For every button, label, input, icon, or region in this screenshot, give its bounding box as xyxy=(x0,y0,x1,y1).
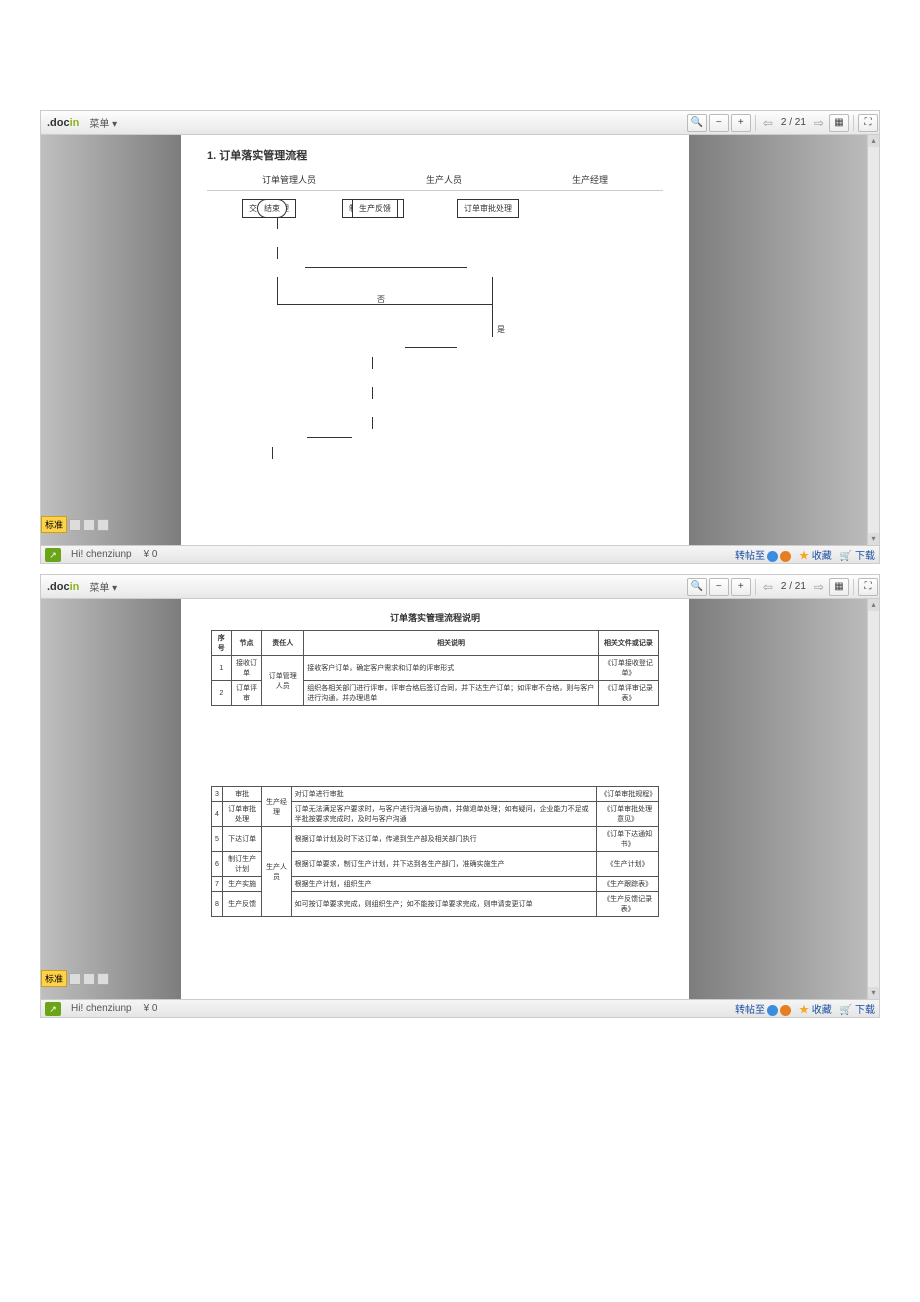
table-title: 订单落实管理流程说明 xyxy=(211,611,659,624)
annotation-toolbar[interactable]: 标准 xyxy=(41,970,109,987)
viewer-content: 标准 1. 订单落实管理流程 订单管理人员生产人员生产经理 开始 订单接收 订单… xyxy=(41,135,879,545)
expand-button[interactable]: ↗ xyxy=(45,548,61,562)
page-content: 1. 订单落实管理流程 订单管理人员生产人员生产经理 开始 订单接收 订单评审 … xyxy=(181,135,689,545)
swimlane-headers: 订单管理人员生产人员生产经理 xyxy=(207,173,663,191)
toolbar: .docin 菜单 ▾ 🔍 − + ⇦ 2 / 21 ⇨ ▦ ⛶ xyxy=(41,575,879,599)
menu-dropdown[interactable]: 菜单 ▾ xyxy=(85,579,121,594)
grid-view-button[interactable]: ▦ xyxy=(829,114,849,132)
share-link[interactable]: 转帖至 xyxy=(731,547,795,562)
left-gutter: 标准 xyxy=(41,599,181,999)
grid-view-button[interactable]: ▦ xyxy=(829,578,849,596)
download-button[interactable]: 🛒 下载 xyxy=(836,1001,879,1016)
process-table-2: 3审批生产经理对订单进行审批《订单审批规程》 4订单审批处理订单无法满足客户要求… xyxy=(211,786,659,917)
next-page-button[interactable]: ⇨ xyxy=(810,580,828,594)
scrollbar[interactable]: ▴▾ xyxy=(867,599,879,999)
favorite-button[interactable]: ★ 收藏 xyxy=(795,547,836,562)
bottom-bar: ↗ Hi! chenziunp ¥ 0 转帖至 ★ 收藏 🛒 下载 xyxy=(41,999,879,1017)
fullscreen-button[interactable]: ⛶ xyxy=(858,578,878,596)
left-gutter: 标准 xyxy=(41,135,181,545)
price-label: ¥ 0 xyxy=(138,1003,164,1014)
prev-page-button[interactable]: ⇦ xyxy=(759,116,777,130)
user-greeting: Hi! chenziunp xyxy=(65,1003,138,1014)
label-yes: 是 xyxy=(497,324,505,335)
document-viewer-2: .docin 菜单 ▾ 🔍 − + ⇦ 2 / 21 ⇨ ▦ ⛶ 标准 订单落实… xyxy=(40,574,880,1018)
expand-button[interactable]: ↗ xyxy=(45,1002,61,1016)
zoom-in-button[interactable]: + xyxy=(731,114,751,132)
toolbar: .docin 菜单 ▾ 🔍 − + ⇦ 2 / 21 ⇨ ▦ ⛶ xyxy=(41,111,879,135)
flowchart-title: 1. 订单落实管理流程 xyxy=(207,147,663,163)
viewer-content: 标准 订单落实管理流程说明 序号节点责任人相关说明相关文件或记录 1接收订单订单… xyxy=(41,599,879,999)
page-content: 订单落实管理流程说明 序号节点责任人相关说明相关文件或记录 1接收订单订单管理人… xyxy=(181,599,689,999)
flowchart: 开始 订单接收 订单评审 订单审批 是 否 下达订单 订单审批处理 制订生产计划… xyxy=(207,199,663,499)
page-indicator: 2 / 21 xyxy=(777,117,810,128)
zoom-in-button[interactable]: + xyxy=(731,578,751,596)
node-approval-handle: 订单审批处理 xyxy=(457,199,519,218)
user-greeting: Hi! chenziunp xyxy=(65,549,138,560)
page-indicator: 2 / 21 xyxy=(777,581,810,592)
next-page-button[interactable]: ⇨ xyxy=(810,116,828,130)
zoom-out-button[interactable]: − xyxy=(709,114,729,132)
bottom-bar: ↗ Hi! chenziunp ¥ 0 转帖至 ★ 收藏 🛒 下载 xyxy=(41,545,879,563)
right-gutter: ▴▾ xyxy=(689,135,879,545)
process-table-1: 序号节点责任人相关说明相关文件或记录 1接收订单订单管理人员接收客户订单，确定客… xyxy=(211,630,659,706)
scrollbar[interactable]: ▴▾ xyxy=(867,135,879,545)
node-end: 结束 xyxy=(257,199,287,218)
favorite-button[interactable]: ★ 收藏 xyxy=(795,1001,836,1016)
fullscreen-button[interactable]: ⛶ xyxy=(858,114,878,132)
zoom-out-button[interactable]: − xyxy=(709,578,729,596)
price-label: ¥ 0 xyxy=(138,549,164,560)
annotation-toolbar[interactable]: 标准 xyxy=(41,516,109,533)
search-icon[interactable]: 🔍 xyxy=(687,578,707,596)
node-feedback: 生产反馈 xyxy=(352,199,398,218)
document-viewer-1: .docin 菜单 ▾ 🔍 − + ⇦ 2 / 21 ⇨ ▦ ⛶ 标准 1. 订… xyxy=(40,110,880,564)
prev-page-button[interactable]: ⇦ xyxy=(759,580,777,594)
download-button[interactable]: 🛒 下载 xyxy=(836,547,879,562)
logo: .docin xyxy=(41,581,85,593)
right-gutter: ▴▾ xyxy=(689,599,879,999)
label-no: 否 xyxy=(377,294,385,305)
logo: .docin xyxy=(41,117,85,129)
menu-dropdown[interactable]: 菜单 ▾ xyxy=(85,115,121,130)
share-link[interactable]: 转帖至 xyxy=(731,1001,795,1016)
search-icon[interactable]: 🔍 xyxy=(687,114,707,132)
